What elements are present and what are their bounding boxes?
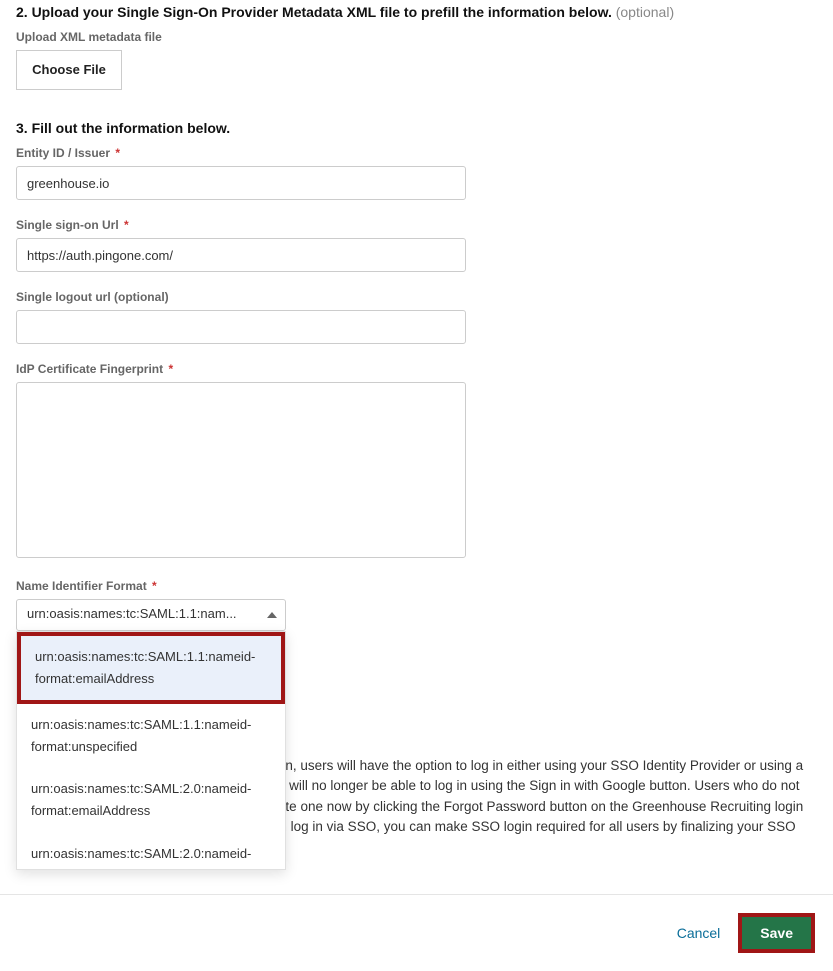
sso-url-label: Single sign-on Url * xyxy=(16,218,817,232)
logout-url-input[interactable] xyxy=(16,310,466,344)
step2-heading: 2. Upload your Single Sign-On Provider M… xyxy=(16,4,817,20)
entity-id-label: Entity ID / Issuer * xyxy=(16,146,817,160)
cancel-link[interactable]: Cancel xyxy=(677,925,721,941)
dropdown-option-emailaddress-11[interactable]: urn:oasis:names:tc:SAML:1.1:nameid-forma… xyxy=(17,632,285,704)
fingerprint-textarea[interactable] xyxy=(16,382,466,558)
dropdown-option-emailaddress-20[interactable]: urn:oasis:names:tc:SAML:2.0:nameid-forma… xyxy=(17,768,285,832)
dropdown-option-unspecified-11[interactable]: urn:oasis:names:tc:SAML:1.1:nameid-forma… xyxy=(17,704,285,768)
entity-id-input[interactable] xyxy=(16,166,466,200)
dropdown-option-partial-20[interactable]: urn:oasis:names:tc:SAML:2.0:nameid- xyxy=(17,833,285,869)
save-button[interactable]: Save xyxy=(742,917,811,949)
sso-url-input[interactable] xyxy=(16,238,466,272)
step2-heading-text: 2. Upload your Single Sign-On Provider M… xyxy=(16,4,612,20)
upload-xml-label: Upload XML metadata file xyxy=(16,30,817,44)
save-button-highlight: Save xyxy=(738,913,815,953)
form-footer: Cancel Save xyxy=(0,894,833,971)
required-marker: * xyxy=(115,146,120,160)
required-marker: * xyxy=(152,579,157,593)
required-marker: * xyxy=(124,218,129,232)
name-id-format-dropdown: urn:oasis:names:tc:SAML:1.1:nameid-forma… xyxy=(16,631,286,870)
name-id-format-label: Name Identifier Format * xyxy=(16,579,817,593)
step3-heading: 3. Fill out the information below. xyxy=(16,120,817,136)
logout-url-label: Single logout url (optional) xyxy=(16,290,817,304)
chevron-up-icon xyxy=(267,612,277,618)
required-marker: * xyxy=(168,362,173,376)
fingerprint-label: IdP Certificate Fingerprint * xyxy=(16,362,817,376)
step2-optional: (optional) xyxy=(616,4,674,20)
name-id-format-select[interactable]: urn:oasis:names:tc:SAML:1.1:nam... xyxy=(16,599,286,631)
choose-file-button[interactable]: Choose File xyxy=(16,50,122,90)
